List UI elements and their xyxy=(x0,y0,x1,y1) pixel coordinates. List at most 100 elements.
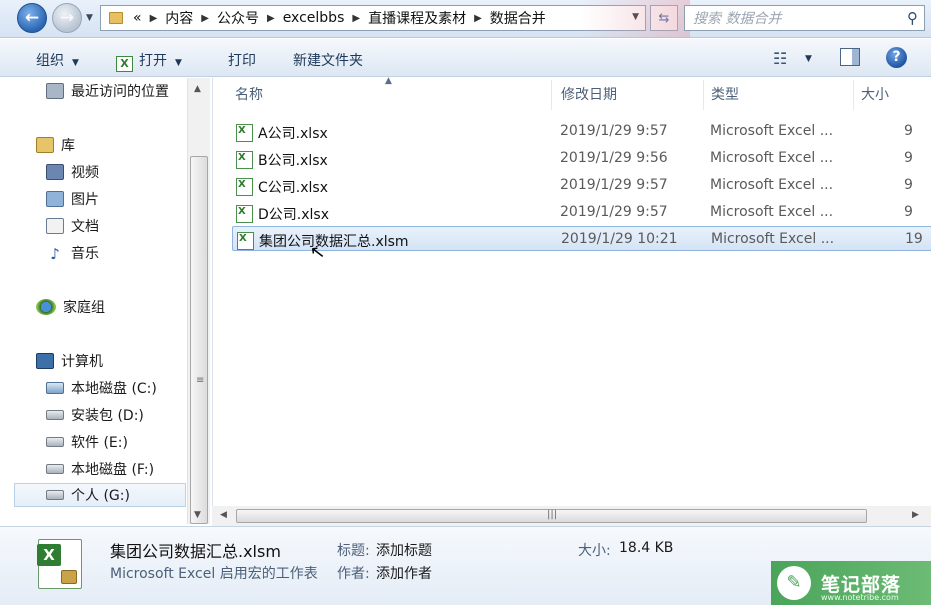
recent-pages-dropdown[interactable]: ▼ xyxy=(86,13,93,23)
pen-logo-icon: ✎ xyxy=(777,566,811,600)
nav-item-label: 视频 xyxy=(71,165,99,181)
recent-places-icon xyxy=(46,83,64,99)
chevron-down-icon[interactable]: ▼ xyxy=(805,54,812,64)
back-button[interactable]: ← xyxy=(17,3,47,33)
file-date: 2019/1/29 9:57 xyxy=(560,204,668,220)
horizontal-scroll-thumb[interactable]: ||| xyxy=(236,509,867,523)
column-header-name[interactable]: 名称 xyxy=(235,84,263,104)
column-divider[interactable] xyxy=(703,80,704,110)
search-placeholder: 搜索 数据合并 xyxy=(693,11,782,27)
chevron-right-icon[interactable]: ▶ xyxy=(474,13,482,24)
horizontal-scrollbar[interactable]: ◀ ||| ▶ xyxy=(212,506,931,526)
file-date: 2019/1/29 9:56 xyxy=(560,150,668,166)
new-folder-button[interactable]: 新建文件夹 xyxy=(293,50,363,70)
scroll-right-icon[interactable]: ▶ xyxy=(912,510,919,520)
nav-item-computer[interactable]: 计算机 xyxy=(36,349,103,373)
nav-item-label: 个人 (G:) xyxy=(71,488,130,504)
organize-button[interactable]: 组织 ▼ xyxy=(36,50,79,70)
nav-item-homegroup[interactable]: 家庭组 xyxy=(36,295,105,319)
scroll-left-icon[interactable]: ◀ xyxy=(220,510,227,520)
drive-icon xyxy=(46,464,64,474)
file-name: D公司.xlsx xyxy=(258,207,329,223)
chevron-right-icon[interactable]: ▶ xyxy=(201,13,209,24)
scroll-down-icon[interactable]: ▼ xyxy=(194,510,201,520)
chevron-down-icon: ▼ xyxy=(72,58,79,68)
nav-item-label: 安装包 (D:) xyxy=(71,408,144,424)
file-row[interactable]: C公司.xlsx 2019/1/29 9:57 Microsoft Excel … xyxy=(232,173,931,198)
breadcrumb[interactable]: « ▶ 内容 ▶ 公众号 ▶ excelbbs ▶ 直播课程及素材 ▶ 数据合并… xyxy=(100,5,646,31)
nav-scrollbar[interactable]: ▲ ≡ ▼ xyxy=(187,78,210,524)
file-name: B公司.xlsx xyxy=(258,153,328,169)
nav-item-music[interactable]: ♪ 音乐 xyxy=(46,241,99,265)
nav-item-drive-e[interactable]: 软件 (E:) xyxy=(46,430,128,454)
drive-icon xyxy=(46,437,64,447)
author-field[interactable]: 添加作者 xyxy=(376,563,432,583)
system-drive-icon xyxy=(46,382,64,394)
file-size: 9 xyxy=(904,150,913,166)
file-row[interactable]: A公司.xlsx 2019/1/29 9:57 Microsoft Excel … xyxy=(232,119,931,144)
breadcrumb-item[interactable]: 内容 xyxy=(163,8,195,28)
view-options-icon[interactable]: ☷ xyxy=(773,49,787,68)
breadcrumb-overflow[interactable]: « xyxy=(131,10,144,26)
scroll-up-icon[interactable]: ▲ xyxy=(194,84,201,94)
grip-icon: ||| xyxy=(547,509,558,520)
breadcrumb-item[interactable]: 公众号 xyxy=(215,8,261,28)
nav-item-label: 家庭组 xyxy=(63,300,105,316)
file-date: 2019/1/29 9:57 xyxy=(560,177,668,193)
nav-item-pictures[interactable]: 图片 xyxy=(46,187,99,211)
file-name: 集团公司数据汇总.xlsm xyxy=(259,234,409,250)
excel-file-icon xyxy=(236,151,253,169)
drive-icon xyxy=(46,410,64,420)
breadcrumb-item[interactable]: excelbbs xyxy=(281,10,347,26)
column-header-size[interactable]: 大小 xyxy=(861,84,889,104)
nav-item-drive-g[interactable]: 个人 (G:) xyxy=(14,483,186,507)
nav-item-videos[interactable]: 视频 xyxy=(46,160,99,184)
column-header-date[interactable]: 修改日期 xyxy=(561,84,617,104)
excel-macro-file-icon: X xyxy=(37,539,82,589)
file-type: Microsoft Excel ... xyxy=(710,204,834,220)
nav-scroll-thumb[interactable]: ≡ xyxy=(190,156,208,524)
preview-pane-icon[interactable] xyxy=(840,48,860,66)
print-button[interactable]: 打印 xyxy=(228,50,256,70)
nav-item-drive-f[interactable]: 本地磁盘 (F:) xyxy=(46,457,154,481)
chevron-right-icon[interactable]: ▶ xyxy=(150,13,158,24)
search-input[interactable]: 搜索 数据合并 ⚲ xyxy=(684,5,925,31)
music-icon: ♪ xyxy=(50,245,60,263)
file-row-selected[interactable]: 集团公司数据汇总.xlsm 2019/1/29 10:21 Microsoft … xyxy=(232,226,931,251)
column-divider[interactable] xyxy=(853,80,854,110)
column-header-type[interactable]: 类型 xyxy=(711,84,739,104)
forward-button[interactable]: → xyxy=(52,3,82,33)
file-row[interactable]: B公司.xlsx 2019/1/29 9:56 Microsoft Excel … xyxy=(232,146,931,171)
grip-icon: ≡ xyxy=(196,375,205,386)
refresh-button[interactable]: ⇆ xyxy=(650,5,678,31)
nav-item-documents[interactable]: 文档 xyxy=(46,214,99,238)
file-name: C公司.xlsx xyxy=(258,180,328,196)
nav-item-label: 图片 xyxy=(71,192,99,208)
path-dropdown-icon[interactable]: ▼ xyxy=(632,12,639,22)
details-file-type: Microsoft Excel 启用宏的工作表 xyxy=(110,566,318,582)
excel-file-icon xyxy=(236,124,253,142)
file-row[interactable]: D公司.xlsx 2019/1/29 9:57 Microsoft Excel … xyxy=(232,200,931,225)
nav-item-recent[interactable]: 最近访问的位置 xyxy=(46,79,169,103)
nav-item-drive-c[interactable]: 本地磁盘 (C:) xyxy=(46,376,157,400)
file-date: 2019/1/29 10:21 xyxy=(561,231,678,247)
open-button[interactable]: X 打开 ▼ xyxy=(116,50,182,72)
search-icon[interactable]: ⚲ xyxy=(907,9,918,27)
help-icon[interactable]: ? xyxy=(886,47,907,68)
file-size: 19 xyxy=(905,231,923,247)
breadcrumb-item[interactable]: 直播课程及素材 xyxy=(366,8,468,28)
title-field[interactable]: 添加标题 xyxy=(376,540,432,560)
chevron-right-icon[interactable]: ▶ xyxy=(267,13,275,24)
excel-file-icon xyxy=(236,205,253,223)
sort-ascending-icon: ▲ xyxy=(385,76,392,86)
mouse-cursor-icon: ↖ xyxy=(308,241,327,264)
video-icon xyxy=(46,164,64,180)
nav-item-drive-d[interactable]: 安装包 (D:) xyxy=(46,403,144,427)
file-name: A公司.xlsx xyxy=(258,126,328,142)
chevron-down-icon[interactable]: ▼ xyxy=(175,58,182,68)
column-divider[interactable] xyxy=(551,80,552,110)
chevron-right-icon[interactable]: ▶ xyxy=(352,13,360,24)
nav-item-libraries[interactable]: 库 xyxy=(36,133,75,157)
command-bar: 组织 ▼ X 打开 ▼ 打印 新建文件夹 ☷ ▼ ? xyxy=(0,39,931,77)
breadcrumb-item-current[interactable]: 数据合并 xyxy=(488,8,548,28)
